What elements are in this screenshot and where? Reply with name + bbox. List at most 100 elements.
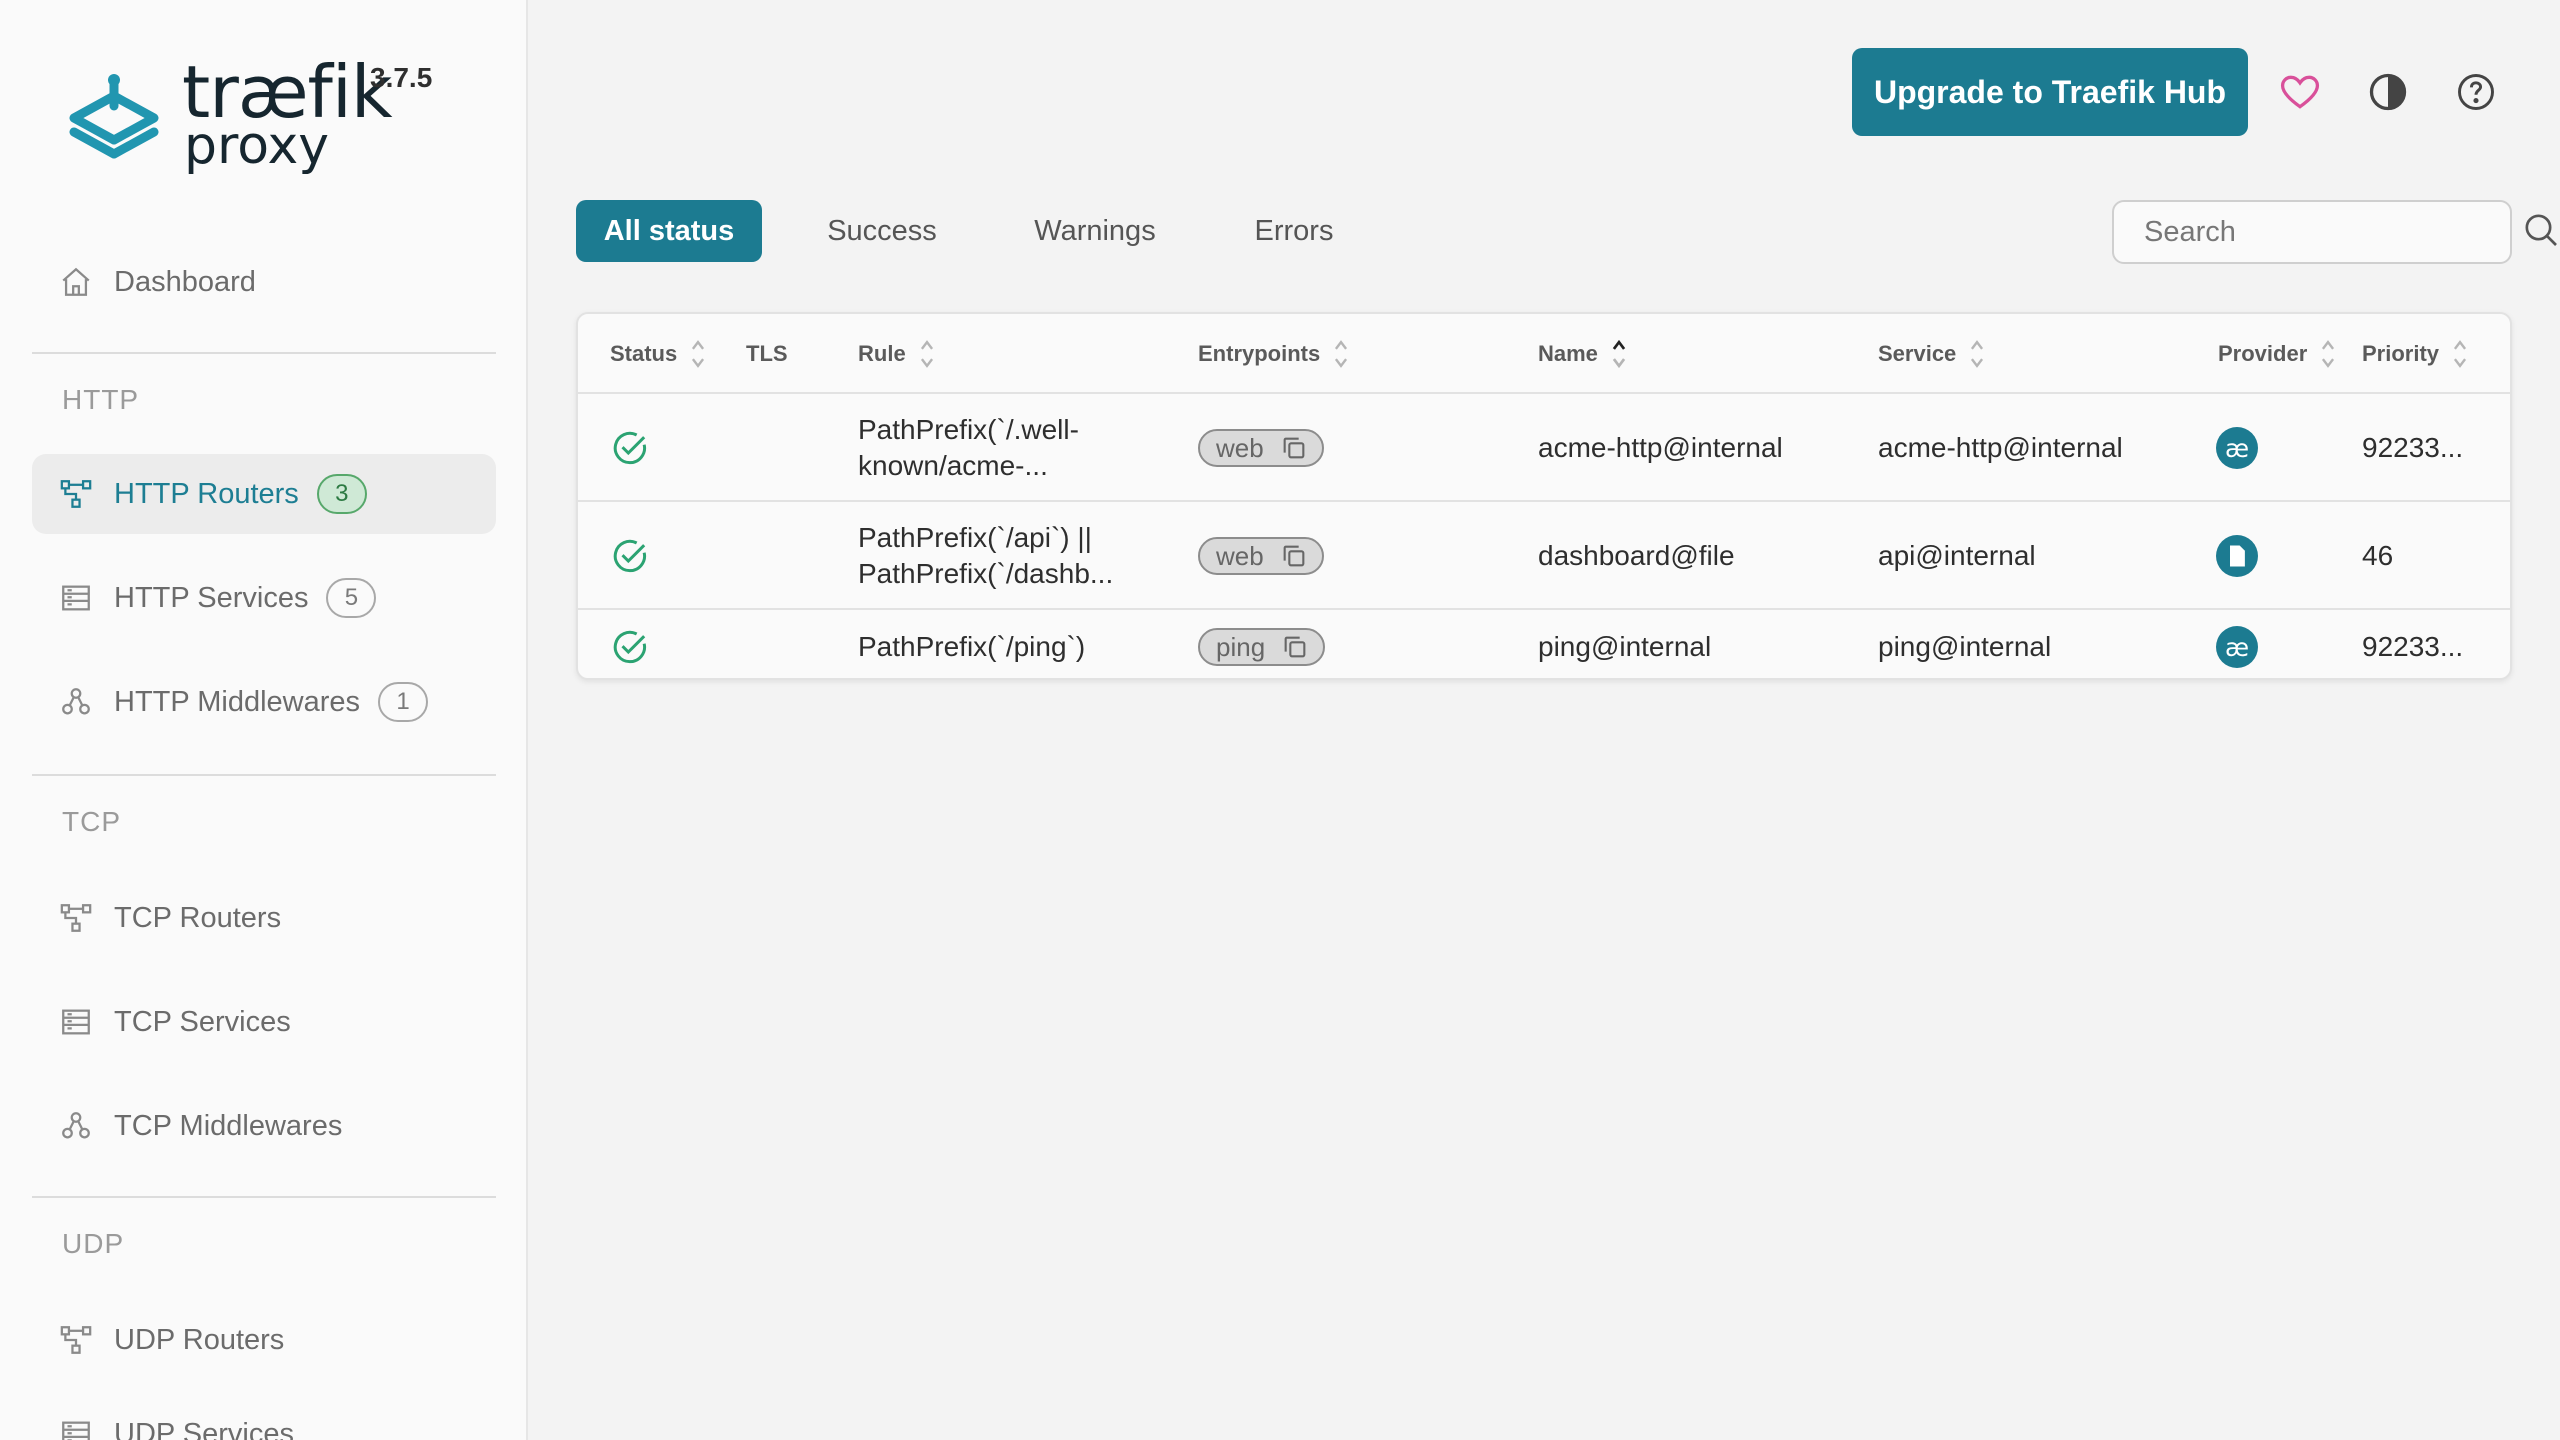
sort-icon <box>920 340 933 368</box>
table-row[interactable]: PathPrefix(`/api`) || PathPrefix(`/dashb… <box>578 504 2510 610</box>
success-icon <box>610 504 650 608</box>
count-badge: 3 <box>316 474 367 514</box>
services-icon <box>58 580 94 616</box>
priority-cell: 92233... <box>2362 432 2464 463</box>
sidebar-item-label: UDP Routers <box>114 1323 285 1356</box>
home-icon <box>58 264 94 300</box>
service-cell: ping@internal <box>1878 631 2052 662</box>
rule-cell: PathPrefix(`/ping`) <box>858 631 1086 662</box>
sort-icon <box>1971 340 1984 368</box>
services-icon <box>58 1004 94 1040</box>
section-title-udp: UDP <box>62 1228 125 1259</box>
count-badge: 1 <box>378 682 429 722</box>
search-box <box>2112 200 2557 264</box>
internal-provider-icon: æ <box>2216 612 2258 678</box>
column-header-entrypoints[interactable]: Entrypoints <box>1198 314 1350 394</box>
sidebar-item-label: HTTP Middlewares <box>114 685 361 718</box>
svg-text:æ: æ <box>2225 633 2249 662</box>
search-icon[interactable] <box>2521 210 2560 255</box>
router-icon <box>58 476 94 512</box>
router-icon <box>58 900 94 936</box>
sidebar-item-tcp-services[interactable]: TCP Services <box>32 982 496 1062</box>
column-header-priority[interactable]: Priority <box>2362 314 2469 394</box>
svg-text:æ: æ <box>2225 434 2249 463</box>
sidebar-item-http-routers[interactable]: HTTP Routers 3 <box>32 454 496 534</box>
sort-icon <box>692 340 705 368</box>
column-header-tls: TLS <box>746 341 788 366</box>
rule-cell: PathPrefix(`/api`) || PathPrefix(`/dashb… <box>858 522 1114 589</box>
sort-icon <box>1335 340 1348 368</box>
entrypoint-chip[interactable]: web <box>1198 429 1324 467</box>
sidebar-item-udp-routers[interactable]: UDP Routers <box>32 1300 496 1380</box>
help-icon[interactable] <box>2450 66 2502 118</box>
column-header-provider[interactable]: Provider <box>2218 314 2337 394</box>
middleware-icon <box>58 684 94 720</box>
sidebar: træfik proxy 3.7.5 Dashboard HTTP HTTP R… <box>0 0 528 1440</box>
tab-success[interactable]: Success <box>800 200 964 262</box>
middleware-icon <box>58 1108 94 1144</box>
success-icon <box>610 612 650 678</box>
sidebar-item-dashboard[interactable]: Dashboard <box>32 242 496 322</box>
section-title-tcp: TCP <box>62 806 121 837</box>
divider <box>32 774 496 776</box>
service-cell: acme-http@internal <box>1878 432 2123 463</box>
upgrade-button[interactable]: Upgrade to Traefik Hub <box>1852 48 2248 136</box>
sidebar-item-label: Dashboard <box>114 265 256 298</box>
tab-warnings[interactable]: Warnings <box>1000 200 1190 262</box>
entrypoint-cell: web <box>1198 396 1324 500</box>
sort-ascending-icon <box>1612 339 1626 369</box>
divider <box>32 1196 496 1198</box>
search-input[interactable] <box>2144 215 2521 249</box>
column-header-service[interactable]: Service <box>1878 314 1986 394</box>
entrypoint-chip[interactable]: web <box>1198 537 1324 575</box>
success-icon <box>610 396 650 500</box>
priority-cell: 46 <box>2362 540 2394 571</box>
entrypoint-cell: web <box>1198 504 1324 608</box>
sidebar-item-http-services[interactable]: HTTP Services 5 <box>32 558 496 638</box>
sidebar-item-label: HTTP Services <box>114 581 309 614</box>
sort-icon <box>2322 340 2335 368</box>
tab-errors[interactable]: Errors <box>1226 200 1362 262</box>
entrypoint-cell: ping <box>1198 612 1326 678</box>
routers-table: Status TLS Rule Entrypoints Name Service… <box>576 312 2512 680</box>
router-icon <box>58 1322 94 1358</box>
sidebar-item-tcp-middlewares[interactable]: TCP Middlewares <box>32 1086 496 1166</box>
rule-cell: PathPrefix(`/.well- known/acme-... <box>858 414 1079 481</box>
copy-icon[interactable] <box>1281 633 1309 661</box>
sidebar-item-label: TCP Routers <box>114 901 282 934</box>
column-header-rule[interactable]: Rule <box>858 314 936 394</box>
sidebar-item-label: HTTP Routers <box>114 477 299 510</box>
theme-toggle-icon[interactable] <box>2362 66 2414 118</box>
sidebar-item-http-middlewares[interactable]: HTTP Middlewares 1 <box>32 662 496 742</box>
internal-provider-icon: æ <box>2216 396 2258 500</box>
sidebar-item-udp-services[interactable]: UDP Services <box>32 1394 496 1440</box>
service-cell: api@internal <box>1878 540 2036 571</box>
priority-cell: 92233... <box>2362 631 2464 662</box>
column-header-name[interactable]: Name <box>1538 314 1628 394</box>
name-cell: dashboard@file <box>1538 540 1735 571</box>
services-icon <box>58 1416 94 1440</box>
tab-all-status[interactable]: All status <box>576 200 762 262</box>
sidebar-item-tcp-routers[interactable]: TCP Routers <box>32 878 496 958</box>
name-cell: acme-http@internal <box>1538 432 1783 463</box>
traefik-logo-icon <box>69 74 159 159</box>
name-cell: ping@internal <box>1538 631 1712 662</box>
table-row[interactable]: PathPrefix(`/.well- known/acme-... web a… <box>578 396 2510 502</box>
sidebar-item-label: TCP Services <box>114 1005 291 1038</box>
version-label: 3.7.5 <box>370 62 433 93</box>
heart-icon[interactable] <box>2274 66 2326 118</box>
divider <box>32 352 496 354</box>
sidebar-item-label: TCP Middlewares <box>114 1109 343 1142</box>
table-header: Status TLS Rule Entrypoints Name Service… <box>578 314 2510 394</box>
entrypoint-chip[interactable]: ping <box>1198 628 1326 666</box>
copy-icon[interactable] <box>1280 434 1308 462</box>
count-badge: 5 <box>326 578 377 618</box>
sidebar-item-label: UDP Services <box>114 1417 294 1440</box>
file-provider-icon <box>2216 504 2258 608</box>
table-row[interactable]: PathPrefix(`/ping`) ping ping@internal p… <box>578 612 2510 678</box>
brand-subtitle: proxy <box>184 116 330 176</box>
brand-logo[interactable]: træfik proxy 3.7.5 <box>64 56 484 176</box>
copy-icon[interactable] <box>1280 542 1308 570</box>
column-header-status[interactable]: Status <box>610 314 707 394</box>
sort-icon <box>2453 340 2467 368</box>
